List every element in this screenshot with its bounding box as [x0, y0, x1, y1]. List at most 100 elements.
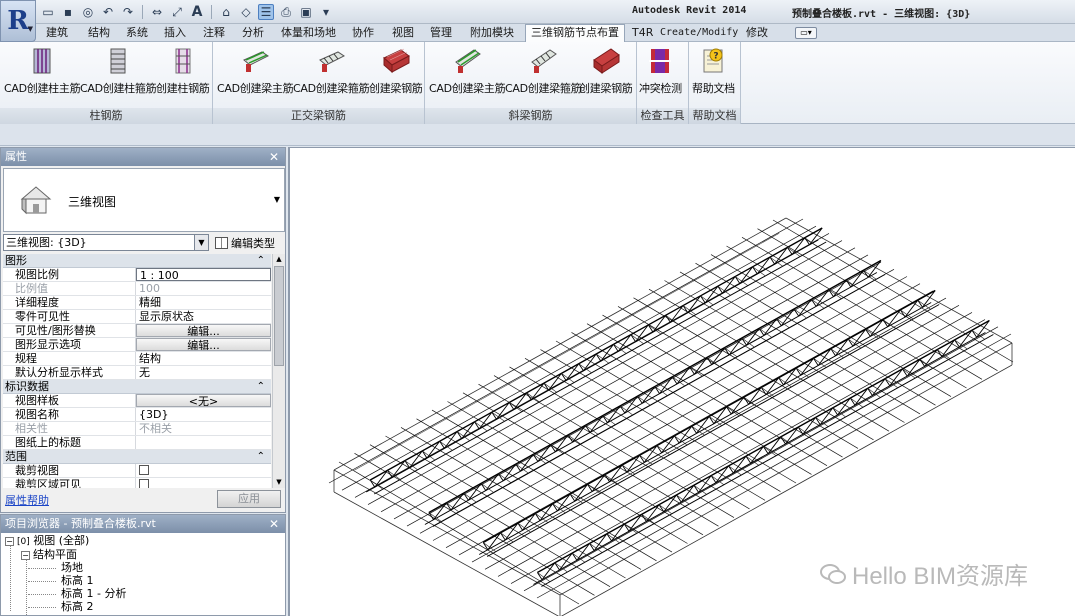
tree-node-site[interactable]: 场地: [61, 562, 83, 574]
edit-button[interactable]: 编辑...: [136, 324, 271, 337]
type-selector[interactable]: 三维视图 ▼: [3, 168, 285, 232]
switch-windows-icon[interactable]: ▣: [298, 4, 314, 20]
ribbon-minimize-button[interactable]: ▭▾: [795, 27, 817, 39]
create-beam-rebar-button[interactable]: 创建梁钢筋: [369, 46, 423, 98]
measure-icon[interactable]: ⤢: [169, 4, 185, 20]
prop-value[interactable]: 1 : 100: [136, 268, 271, 281]
create-column-rebar-button[interactable]: 创建柱钢筋: [156, 46, 210, 98]
prop-value[interactable]: 无: [136, 366, 271, 379]
tree-node-views-all[interactable]: − [0] 视图 (全部): [5, 535, 89, 548]
truss-web: [552, 503, 566, 514]
tab-create-modify[interactable]: Create/Modify: [660, 25, 738, 41]
tab-t4r[interactable]: T4R: [632, 25, 653, 41]
prop-row-crop-view[interactable]: 裁剪视图: [3, 464, 271, 478]
precast-slab-rebar-model[interactable]: [290, 148, 1075, 616]
prop-value[interactable]: 显示原状态: [136, 310, 271, 323]
application-menu-button[interactable]: R ▼: [0, 0, 36, 42]
tab-rebar-node-layout[interactable]: 三维钢筋节点布置: [525, 24, 625, 42]
tab-manage[interactable]: 管理: [430, 25, 452, 41]
tree-node-level-1-analysis[interactable]: 标高 1 - 分析: [61, 588, 126, 600]
column-rebar-icon: [33, 48, 51, 74]
tab-structure[interactable]: 结构: [88, 25, 110, 41]
tab-collaborate[interactable]: 协作: [352, 25, 374, 41]
customize-icon[interactable]: ▾: [318, 4, 334, 20]
tab-analyze[interactable]: 分析: [242, 25, 264, 41]
prop-row-discipline[interactable]: 规程 结构: [3, 352, 271, 366]
tree-node-level-2[interactable]: 标高 2: [61, 601, 94, 613]
prop-row-view-scale[interactable]: 视图比例 1 : 100: [3, 268, 271, 282]
close-icon[interactable]: ✕: [269, 148, 279, 166]
properties-scrollbar[interactable]: ▲ ▼: [272, 254, 285, 488]
properties-help-link[interactable]: 属性帮助: [5, 492, 49, 508]
tab-insert[interactable]: 插入: [164, 25, 186, 41]
checkbox[interactable]: [139, 465, 149, 475]
tab-annotate[interactable]: 注释: [203, 25, 225, 41]
tab-architecture[interactable]: 建筑: [46, 25, 68, 41]
chevron-down-icon[interactable]: ▼: [194, 235, 208, 250]
truss-web: [595, 353, 602, 362]
tree-node-structural-plans[interactable]: − 结构平面: [21, 549, 77, 561]
prop-value[interactable]: [136, 436, 271, 449]
checkbox[interactable]: [139, 479, 149, 488]
prop-row-view-template[interactable]: 视图样板 <无>: [3, 394, 271, 408]
prop-row-vg-overrides[interactable]: 可见性/图形替换 编辑...: [3, 324, 271, 338]
scroll-thumb[interactable]: [274, 266, 284, 366]
edit-type-button[interactable]: 编辑类型: [215, 235, 275, 251]
cad-column-stirrup-button[interactable]: CAD创建柱箍筋: [80, 46, 157, 98]
prop-row-graphic-display[interactable]: 图形显示选项 编辑...: [3, 338, 271, 352]
scroll-up-icon[interactable]: ▲: [273, 254, 285, 265]
create-inclined-beam-rebar-button[interactable]: 创建梁钢筋: [579, 46, 633, 98]
help-docs-button[interactable]: ? 帮助文档: [692, 46, 735, 98]
edit-button[interactable]: 编辑...: [136, 338, 271, 351]
prop-value[interactable]: [136, 464, 271, 477]
tab-add-ins[interactable]: 附加模块: [470, 25, 514, 41]
open-icon[interactable]: ▭: [40, 4, 56, 20]
apply-button[interactable]: 应用: [217, 490, 281, 508]
prop-value[interactable]: 精细: [136, 296, 271, 309]
prop-row-detail-level[interactable]: 详细程度 精细: [3, 296, 271, 310]
tab-view[interactable]: 视图: [392, 25, 414, 41]
close-icon[interactable]: ✕: [269, 515, 279, 533]
3d-view-canvas[interactable]: [288, 147, 1075, 616]
prop-row-view-name[interactable]: 视图名称 {3D}: [3, 408, 271, 422]
align-icon[interactable]: ⇔: [149, 4, 165, 20]
scroll-down-icon[interactable]: ▼: [273, 477, 285, 488]
cad-inclined-beam-main-rebar-button[interactable]: CAD创建梁主筋: [429, 46, 506, 98]
prop-row-default-analysis-style[interactable]: 默认分析显示样式无: [3, 366, 271, 380]
tab-systems[interactable]: 系统: [126, 25, 148, 41]
save-icon[interactable]: ▪: [60, 4, 76, 20]
section-icon[interactable]: ◇: [238, 4, 254, 20]
prop-value[interactable]: 结构: [136, 352, 271, 365]
prop-value[interactable]: [136, 478, 271, 488]
clash-detection-button[interactable]: 冲突检测: [639, 46, 682, 98]
chevron-down-icon[interactable]: ▼: [274, 195, 280, 204]
print-icon[interactable]: ⎙: [278, 4, 294, 20]
redo-icon[interactable]: ↷: [120, 4, 136, 20]
beam-stirrup-icon: [319, 51, 346, 72]
tab-modify[interactable]: 修改: [746, 25, 768, 41]
group-graphics[interactable]: 图形 ⌃: [3, 254, 271, 268]
truss-web: [620, 405, 633, 416]
tab-massing-site[interactable]: 体量和场地: [281, 25, 336, 41]
prop-row-crop-region-visible[interactable]: 裁剪区域可见: [3, 478, 271, 488]
view-template-button[interactable]: <无>: [136, 394, 271, 407]
cad-beam-main-rebar-button[interactable]: CAD创建梁主筋: [217, 46, 294, 98]
sync-icon[interactable]: ◎: [80, 4, 96, 20]
prop-row-parts-visibility[interactable]: 零件可见性 显示原状态: [3, 310, 271, 324]
prop-value[interactable]: {3D}: [136, 408, 271, 421]
prop-row-title-on-sheet[interactable]: 图纸上的标题: [3, 436, 271, 450]
view-instance-select[interactable]: 三维视图: {3D} ▼: [3, 234, 209, 251]
group-identity-data[interactable]: 标识数据 ⌃: [3, 380, 271, 394]
cad-inclined-beam-stirrup-button[interactable]: CAD创建梁箍筋: [505, 46, 582, 98]
cad-column-main-rebar-button[interactable]: CAD创建柱主筋: [4, 46, 81, 98]
text-icon[interactable]: A: [189, 4, 205, 20]
cad-beam-stirrup-button[interactable]: CAD创建梁箍筋: [293, 46, 370, 98]
collapse-toggle-icon[interactable]: −: [5, 537, 14, 546]
undo-icon[interactable]: ↶: [100, 4, 116, 20]
group-extents[interactable]: 范围 ⌃: [3, 450, 271, 464]
default-3d-icon[interactable]: ⌂: [218, 4, 234, 20]
thin-lines-icon[interactable]: ☰: [258, 4, 274, 20]
clash-detection-icon: [649, 49, 672, 73]
collapse-toggle-icon[interactable]: −: [21, 551, 30, 560]
tree-node-level-1[interactable]: 标高 1: [61, 575, 94, 587]
